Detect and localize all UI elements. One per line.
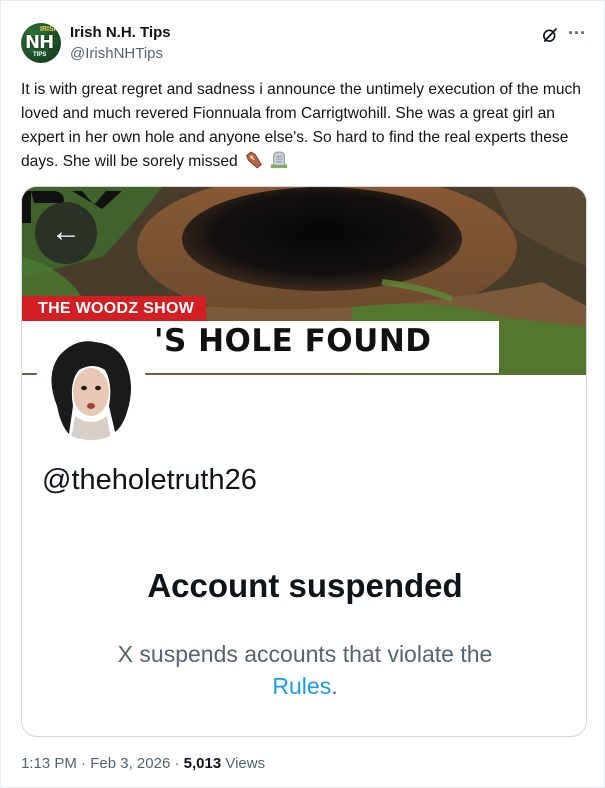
meta-separator: · bbox=[76, 755, 91, 772]
tweet-body: It is with great regret and sadness i an… bbox=[21, 78, 591, 174]
suspended-description-text: X suspends accounts that violate the bbox=[117, 641, 493, 667]
more-icon[interactable]: ··· bbox=[568, 23, 586, 44]
author-handle[interactable]: @IrishNHTips bbox=[70, 45, 163, 62]
media-card[interactable]: ← THE WOODZ SHOW 'S HOLE FOUND @theholet… bbox=[21, 186, 587, 737]
grok-icon[interactable] bbox=[541, 26, 559, 44]
tweet-meta: 1:13 PM · Feb 3, 2026 · 5,013 Views bbox=[21, 755, 265, 772]
suspended-description: X suspends accounts that violate the Rul… bbox=[22, 638, 586, 702]
suspended-handle: @theholetruth26 bbox=[42, 464, 257, 496]
obscured-headline-letters bbox=[22, 191, 122, 223]
suspended-title: Account suspended bbox=[147, 567, 463, 604]
author-name[interactable]: Irish N.H. Tips bbox=[70, 24, 171, 41]
avatar-label-bottom: TIPS bbox=[33, 52, 47, 58]
tweet-container: IRISH NH TIPS Irish N.H. Tips @IrishNHTi… bbox=[0, 0, 605, 788]
views-label: Views bbox=[221, 755, 266, 772]
rules-suffix: . bbox=[331, 673, 338, 699]
meta-separator: · bbox=[170, 755, 184, 772]
coffin-emoji bbox=[246, 151, 262, 169]
suspended-profile-avatar bbox=[35, 332, 147, 444]
tweet-date[interactable]: Feb 3, 2026 bbox=[90, 755, 170, 772]
tweet-text: It is with great regret and sadness i an… bbox=[21, 81, 581, 170]
headline: 'S HOLE FOUND bbox=[154, 323, 432, 359]
rules-line: Rules. bbox=[22, 670, 586, 702]
tweet-time[interactable]: 1:13 PM bbox=[21, 755, 77, 772]
author-avatar[interactable]: IRISH NH TIPS bbox=[21, 23, 61, 63]
show-banner: THE WOODZ SHOW bbox=[22, 296, 207, 321]
views-count: 5,013 bbox=[183, 755, 222, 772]
avatar-logo-text: NH bbox=[25, 32, 54, 53]
rules-link[interactable]: Rules bbox=[272, 673, 331, 699]
headstone-emoji bbox=[271, 151, 288, 169]
